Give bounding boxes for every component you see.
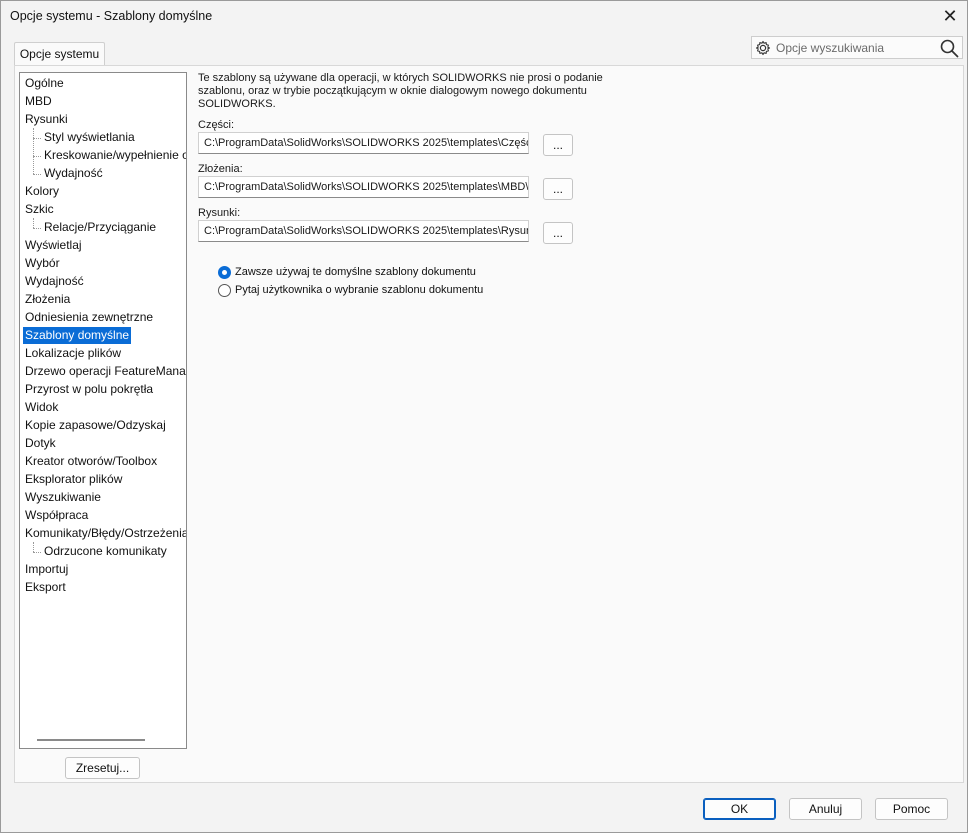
tree-item[interactable]: Odrzucone komunikaty [42,543,169,560]
parts-browse-button[interactable]: ... [543,134,573,156]
reset-button[interactable]: Zresetuj... [65,757,140,779]
tree-connector [33,138,41,139]
tree-item[interactable]: Wydajność [23,273,86,290]
assemblies-label: Złożenia: [198,163,243,175]
radio-ask-user[interactable]: Pytaj użytkownika o wybranie szablonu do… [218,282,483,298]
radio-always-label: Zawsze używaj te domyślne szablony dokum… [235,266,476,278]
title-bar: Opcje systemu - Szablony domyślne ✕ [1,1,967,33]
tree-item[interactable]: Wyświetlaj [23,237,84,254]
tree-item[interactable]: Eksplorator plików [23,471,124,488]
tree-item[interactable]: Lokalizacje plików [23,345,123,362]
parts-label: Części: [198,119,235,131]
tree-connector [33,218,34,228]
tree-connector [33,128,34,174]
search-input[interactable] [774,40,934,55]
tree-horizontal-scrollbar[interactable] [37,739,145,741]
radio-ask-label: Pytaj użytkownika o wybranie szablonu do… [235,284,484,296]
radio-always-indicator[interactable] [218,265,231,279]
ok-button[interactable]: OK [703,798,776,820]
search-icon[interactable] [939,38,959,58]
tree-item[interactable]: Wybór [23,255,62,272]
tree-item[interactable]: Kreskowanie/wypełnienie obszaru [42,147,186,164]
tree-item[interactable]: Przyrost w polu pokrętła [23,381,155,398]
cancel-button[interactable]: Anuluj [789,798,862,820]
close-button[interactable]: ✕ [933,1,967,31]
tree-item[interactable]: Kolory [23,183,61,200]
options-dialog: Opcje systemu - Szablony domyślne ✕ Opcj… [0,0,968,833]
tree-item[interactable]: Odniesienia zewnętrzne [23,309,155,326]
drawings-template-field[interactable]: C:\ProgramData\SolidWorks\SOLIDWORKS 202… [198,220,529,242]
tree-item[interactable]: Importuj [23,561,70,578]
drawings-browse-button[interactable]: ... [543,222,573,244]
tree-connector [33,552,41,553]
assemblies-template-field[interactable]: C:\ProgramData\SolidWorks\SOLIDWORKS 202… [198,176,529,198]
tree-item[interactable]: MBD [23,93,54,110]
window-title: Opcje systemu - Szablony domyślne [10,9,213,23]
tree-item[interactable]: Ogólne [23,75,66,92]
tree-item[interactable]: Eksport [23,579,68,596]
help-button[interactable]: Pomoc [875,798,948,820]
tree-item[interactable]: Widok [23,399,60,416]
tab-system-options[interactable]: Opcje systemu [14,42,105,65]
tree-connector [33,156,41,157]
drawings-label: Rysunki: [198,207,241,219]
tree-item[interactable]: Wyszukiwanie [23,489,103,506]
tree-item[interactable]: Rysunki [23,111,70,128]
tree-item[interactable]: Komunikaty/Błędy/Ostrzeżenia [23,525,186,542]
options-tree[interactable]: Ogólne MBD Rysunki Styl wyświetlania Kreskow… [19,72,187,749]
close-icon: ✕ [942,5,958,26]
parts-template-field[interactable]: C:\ProgramData\SolidWorks\SOLIDWORKS 202… [198,132,529,154]
description-text: Te szablony są używane dla operacji, w k… [198,72,603,110]
radio-always-use-defaults[interactable]: Zawsze używaj te domyślne szablony dokum… [218,264,476,280]
search-box[interactable] [751,36,963,59]
tree-item[interactable]: Drzewo operacji FeatureManager [23,363,186,380]
tree-connector [33,228,41,229]
tree-item[interactable]: Dotyk [23,435,58,452]
tree-item[interactable]: Wydajność [42,165,105,182]
assemblies-browse-button[interactable]: ... [543,178,573,200]
tree-item[interactable]: Styl wyświetlania [42,129,137,146]
tree-connector [33,174,41,175]
tree-item-selected[interactable]: Szablony domyślne [23,327,132,344]
tree-item[interactable]: Złożenia [23,291,72,308]
radio-ask-indicator[interactable] [218,283,231,297]
tree-connector [33,542,34,552]
tree-item[interactable]: Relacje/Przyciąganie [42,219,158,236]
tree-item[interactable]: Kreator otworów/Toolbox [23,453,159,470]
tree-item[interactable]: Szkic [23,201,56,218]
tree-item[interactable]: Kopie zapasowe/Odzyskaj [23,417,168,434]
tree-item[interactable]: Współpraca [23,507,90,524]
gear-icon[interactable] [752,40,774,56]
